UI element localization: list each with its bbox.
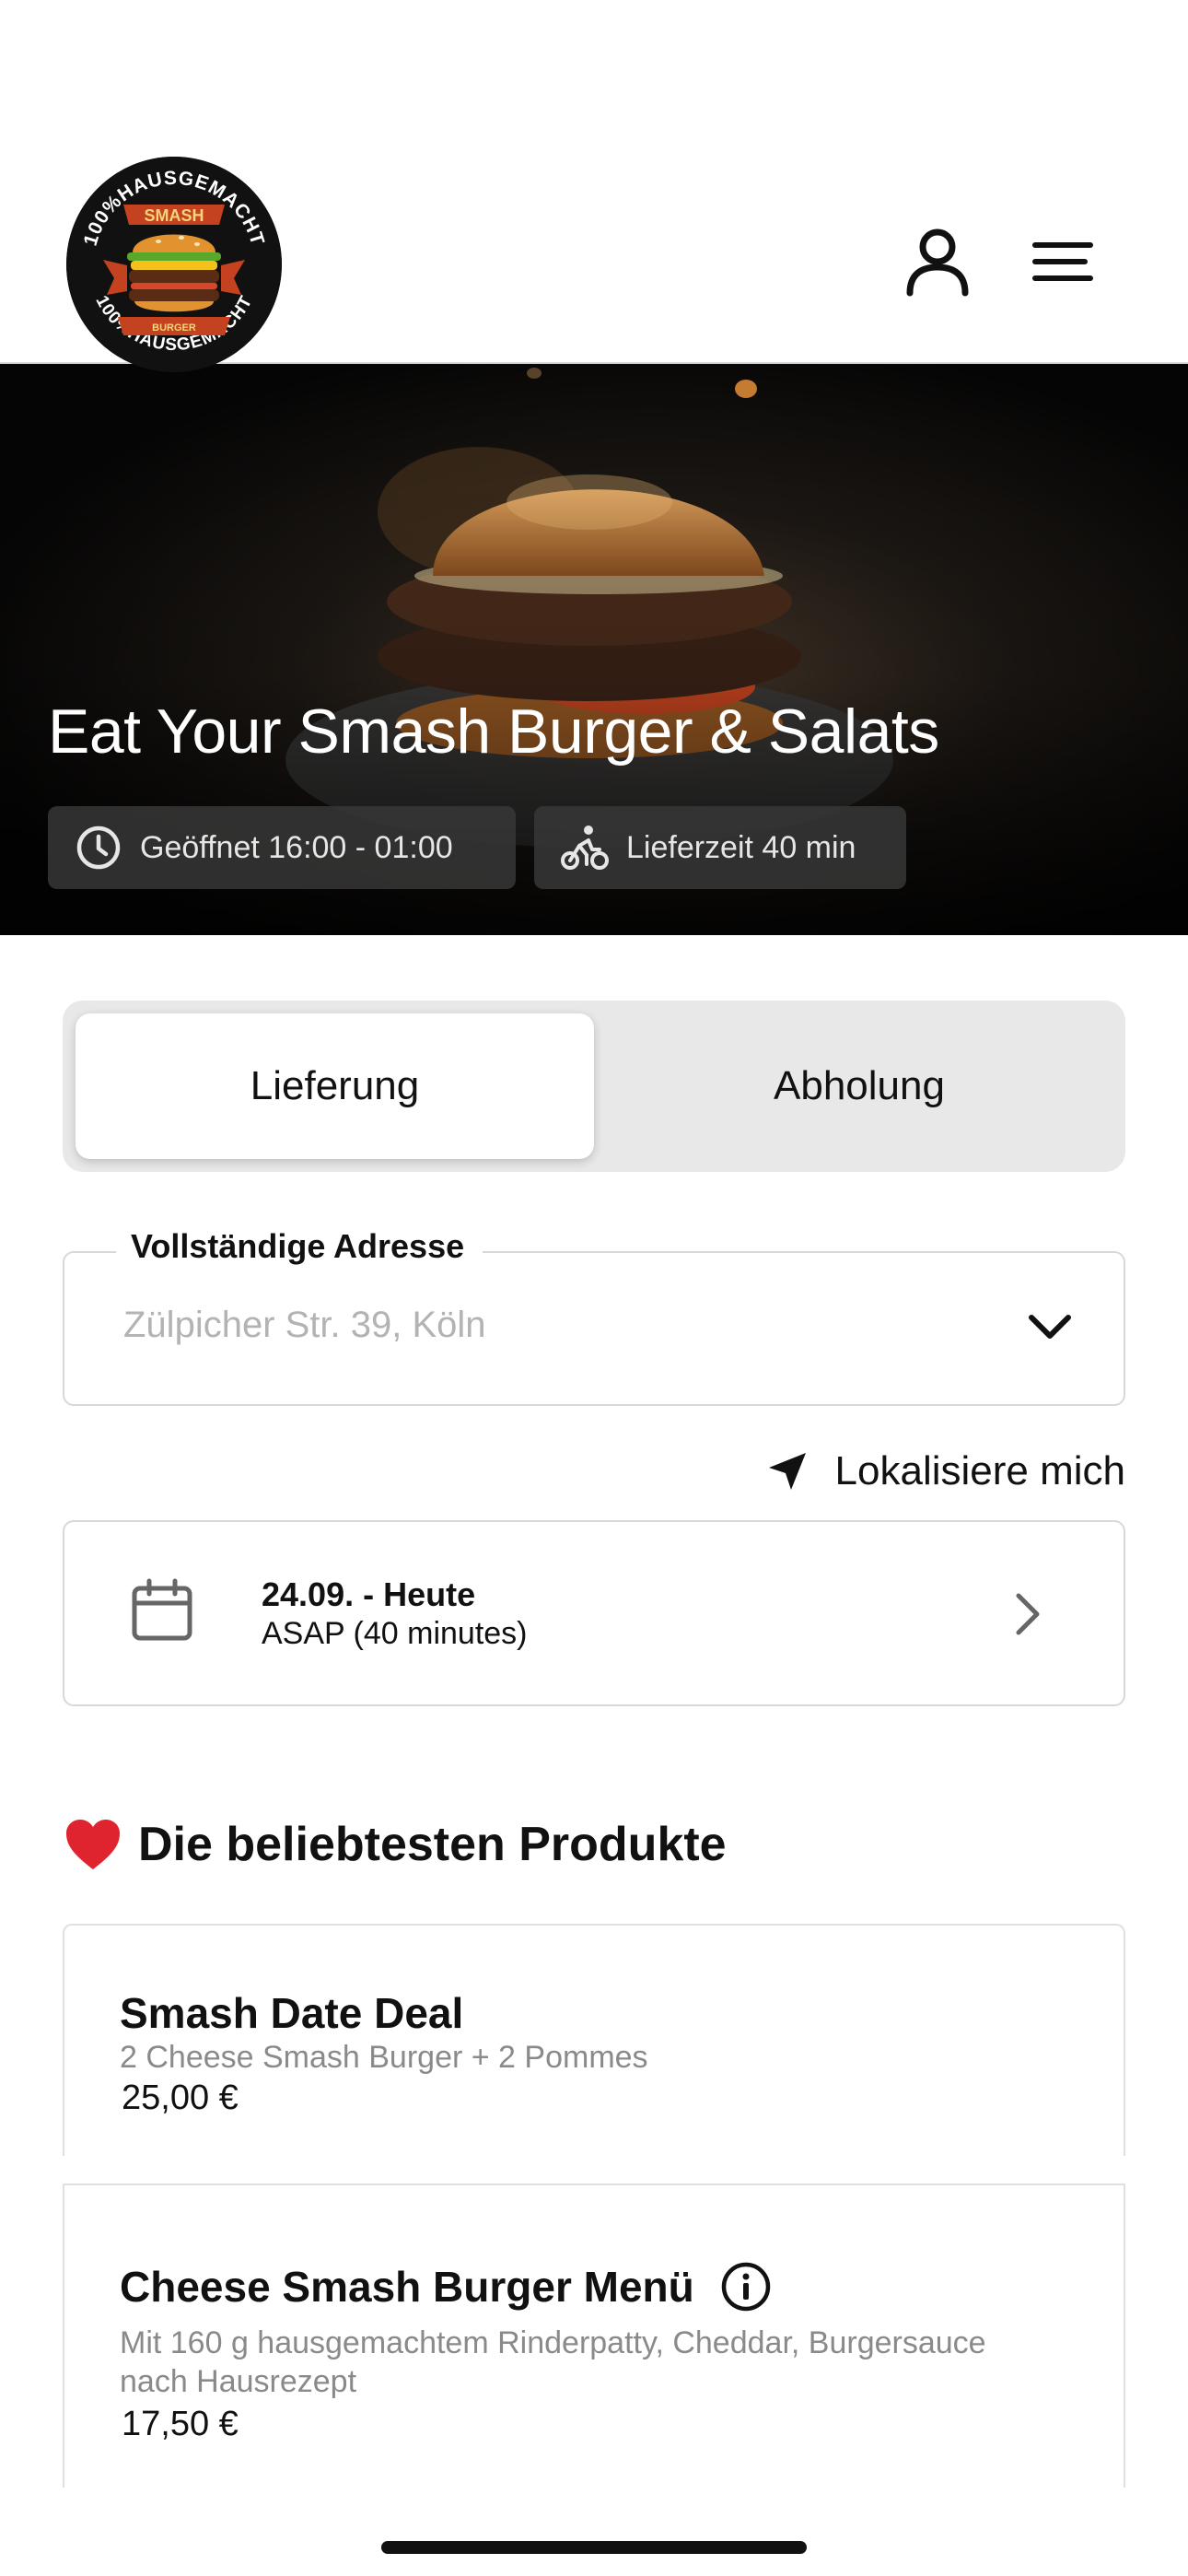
product-price: 25,00 € [122, 2078, 239, 2117]
svg-text:SMASH: SMASH [144, 206, 204, 225]
brand-logo[interactable]: 100%HAUSGEMACHT 100%HAUSGEMACHT SMASH BU… [66, 157, 282, 372]
clock-icon [74, 823, 123, 872]
info-icon[interactable] [720, 2261, 772, 2313]
location-arrow-icon [768, 1453, 806, 1490]
address-field[interactable]: Vollständige Adresse [63, 1227, 1125, 1406]
order-mode-toggle: Lieferung Abholung [63, 1001, 1125, 1172]
delivery-time-selector[interactable]: 24.09. - Heute ASAP (40 minutes) [63, 1520, 1125, 1706]
product-description-line: Mit 160 g hausgemachtem Rinderpatty, Che… [120, 2325, 986, 2360]
bicycle-icon [560, 823, 610, 872]
delivery-time-value: ASAP (40 minutes) [262, 1616, 528, 1651]
account-button[interactable] [901, 225, 974, 299]
menu-button[interactable] [1026, 225, 1100, 299]
hero-title: Eat Your Smash Burger & Salats [48, 697, 939, 767]
hero-banner: Eat Your Smash Burger & Salats Geöffnet … [0, 364, 1188, 935]
opening-hours-chip: Geöffnet 16:00 - 01:00 [48, 806, 516, 889]
popular-products-heading: Die beliebtesten Produkte [64, 1817, 727, 1872]
svg-text:BURGER: BURGER [152, 322, 196, 334]
product-description: Mit 160 g hausgemachtem Rinderpatty, Che… [120, 2324, 986, 2401]
chevron-down-icon[interactable] [1022, 1299, 1077, 1354]
calendar-icon [132, 1578, 192, 1641]
delivery-date: 24.09. - Heute [262, 1575, 476, 1613]
chevron-right-icon [1016, 1593, 1040, 1635]
delivery-time-text: Lieferzeit 40 min [626, 829, 856, 865]
product-name: Smash Date Deal [120, 1989, 464, 2037]
home-indicator [381, 2541, 807, 2554]
product-card[interactable]: Smash Date Deal 2 Cheese Smash Burger + … [63, 1924, 1125, 2156]
delivery-option[interactable]: Lieferung [76, 1013, 594, 1159]
address-input[interactable] [123, 1305, 952, 1346]
locate-me-label: Lokalisiere mich [834, 1448, 1125, 1493]
popular-products-title: Die beliebtesten Produkte [138, 1818, 727, 1871]
product-description: 2 Cheese Smash Burger + 2 Pommes [120, 2040, 648, 2075]
address-label: Vollständige Adresse [116, 1227, 483, 1266]
opening-hours-text: Geöffnet 16:00 - 01:00 [140, 829, 453, 865]
product-price: 17,50 € [122, 2405, 239, 2443]
product-name: Cheese Smash Burger Menü [120, 2263, 694, 2311]
pickup-option[interactable]: Abholung [606, 1013, 1112, 1159]
product-name-row: Cheese Smash Burger Menü [120, 2261, 772, 2313]
locate-me-button[interactable]: Lokalisiere mich [765, 1448, 1125, 1494]
delivery-time-chip: Lieferzeit 40 min [534, 806, 906, 889]
heart-icon [66, 1820, 120, 1869]
user-icon [906, 228, 969, 297]
product-card[interactable]: Cheese Smash Burger Menü Mit 160 g hausg… [63, 2184, 1125, 2488]
hamburger-menu-icon [1032, 242, 1093, 281]
product-description-line: nach Hausrezept [120, 2364, 357, 2399]
